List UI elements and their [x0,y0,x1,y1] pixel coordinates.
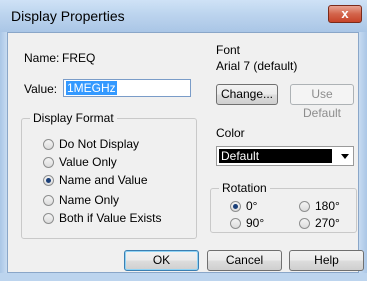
change-font-button[interactable]: Change... [216,84,278,105]
color-title: Color [216,126,245,140]
radio-label: Name Only [59,193,120,207]
display-properties-dialog: Display Properties x Name: FREQ Value: 1… [0,0,367,281]
value-label: Value: [24,82,58,96]
value-input[interactable]: 1MEGHz [63,79,191,97]
value-input-text: 1MEGHz [66,81,117,95]
radio-label: Name and Value [59,173,148,187]
name-label: Name: [24,51,60,65]
rotation-title: Rotation [219,181,270,195]
radio-label: 270° [315,216,340,230]
font-title: Font [216,43,241,57]
radio-rotation-180[interactable]: 180° [299,199,340,213]
window-frame-right [359,32,367,281]
radio-icon [43,156,54,168]
ok-button[interactable]: OK [124,250,199,271]
color-select[interactable]: Default [216,146,354,166]
display-format-title: Display Format [30,111,117,125]
color-select-value: Default [219,149,332,163]
radio-do-not-display[interactable]: Do Not Display [43,137,139,151]
radio-rotation-90[interactable]: 90° [230,216,264,230]
radio-icon [43,138,54,150]
radio-both-if-value-exists[interactable]: Both if Value Exists [43,211,162,225]
name-value: FREQ [62,51,96,65]
cancel-button[interactable]: Cancel [207,250,282,271]
title-bar[interactable]: Display Properties x [0,0,367,32]
use-default-button[interactable]: Use Default [290,84,354,120]
close-icon: x [341,6,349,21]
radio-icon [230,217,241,229]
radio-label: Do Not Display [59,137,140,151]
close-button[interactable]: x [328,5,362,23]
radio-label: Value Only [59,155,117,169]
radio-label: Both if Value Exists [59,211,162,225]
window-frame-left [0,32,7,281]
radio-name-only[interactable]: Name Only [43,193,119,207]
radio-label: 0° [246,199,258,213]
window-frame-bottom [0,273,367,281]
radio-label: 90° [246,216,265,230]
radio-selected-icon [43,174,54,186]
radio-icon [43,212,54,224]
help-button[interactable]: Help [289,250,364,271]
radio-name-and-value[interactable]: Name and Value [43,173,148,187]
radio-rotation-270[interactable]: 270° [299,216,340,230]
radio-icon [299,217,310,229]
radio-icon [299,200,310,212]
radio-rotation-0[interactable]: 0° [230,199,257,213]
radio-value-only[interactable]: Value Only [43,155,117,169]
font-current: Arial 7 (default) [216,59,298,73]
radio-selected-icon [230,200,241,212]
chevron-down-icon[interactable] [341,154,349,159]
radio-label: 180° [315,199,340,213]
radio-icon [43,194,54,206]
window-title: Display Properties [11,8,125,24]
